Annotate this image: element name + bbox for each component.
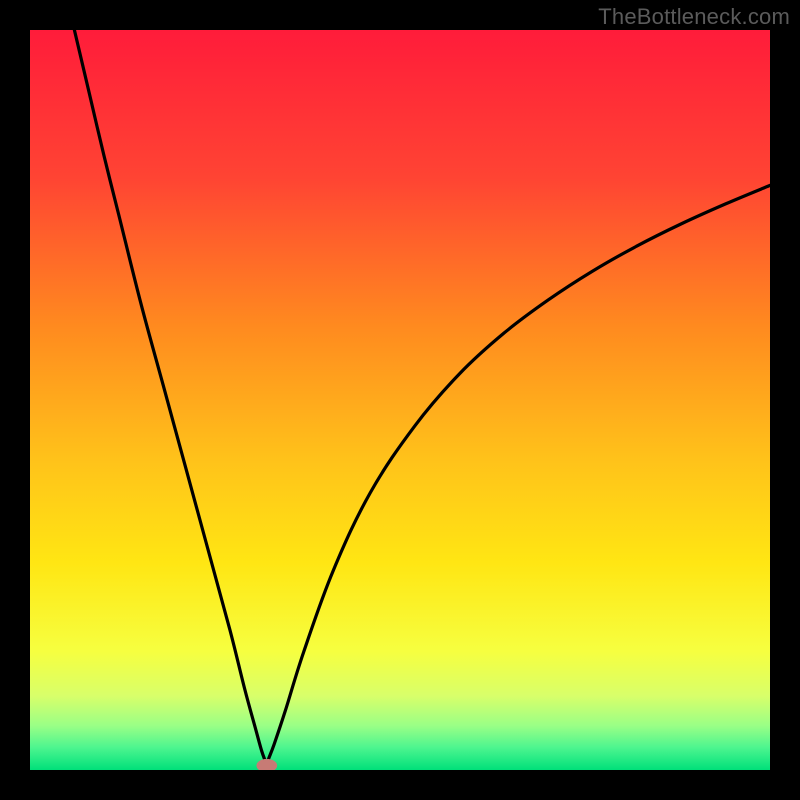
chart-frame: TheBottleneck.com [0, 0, 800, 800]
chart-svg [30, 30, 770, 770]
gradient-background [30, 30, 770, 770]
watermark-text: TheBottleneck.com [598, 4, 790, 30]
plot-area [30, 30, 770, 770]
